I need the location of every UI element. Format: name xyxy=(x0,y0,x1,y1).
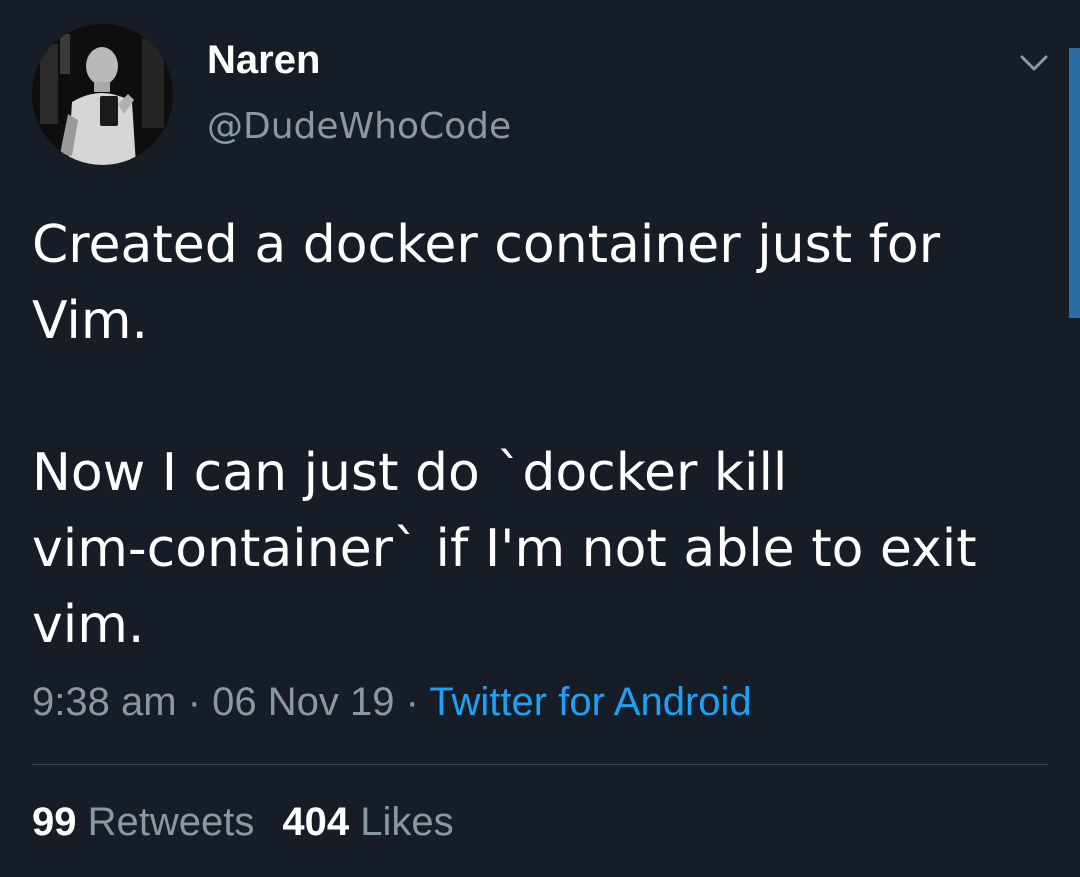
tweet-line: Now I can just do `docker kill xyxy=(32,443,788,503)
retweets-count: 99 xyxy=(32,800,77,844)
author-display-name[interactable]: Naren xyxy=(207,38,320,83)
likes-label: Likes xyxy=(360,800,454,844)
likes-count: 404 xyxy=(282,800,350,844)
tweet-date: 06 Nov 19 xyxy=(212,680,395,724)
tweet-card: Naren @DudeWhoCode Created a docker cont… xyxy=(0,0,1080,877)
tweet-text: Created a docker container just for Vim.… xyxy=(32,207,1032,663)
tweet-line: vim. xyxy=(32,595,145,655)
profile-photo-icon xyxy=(32,24,173,165)
tweet-line: Created a docker container just for xyxy=(32,215,941,275)
tweet-meta: 9:38 am · 06 Nov 19 · Twitter for Androi… xyxy=(32,680,752,725)
likes-stat[interactable]: 404 Likes xyxy=(282,800,453,844)
retweets-stat[interactable]: 99 Retweets xyxy=(32,800,254,844)
meta-separator: · xyxy=(405,680,419,724)
tweet-line: vim-container` if I'm not able to exit xyxy=(32,519,977,579)
chevron-down-icon[interactable] xyxy=(1016,48,1052,78)
tweet-time: 9:38 am xyxy=(32,680,177,724)
avatar[interactable] xyxy=(32,24,173,165)
author-handle[interactable]: @DudeWhoCode xyxy=(207,106,511,147)
scroll-indicator[interactable] xyxy=(1069,48,1080,318)
meta-separator: · xyxy=(187,680,201,724)
tweet-source-link[interactable]: Twitter for Android xyxy=(429,680,751,724)
retweets-label: Retweets xyxy=(87,800,255,844)
divider xyxy=(32,764,1048,765)
tweet-line: Vim. xyxy=(32,291,149,351)
tweet-stats: 99 Retweets 404 Likes xyxy=(32,800,454,845)
